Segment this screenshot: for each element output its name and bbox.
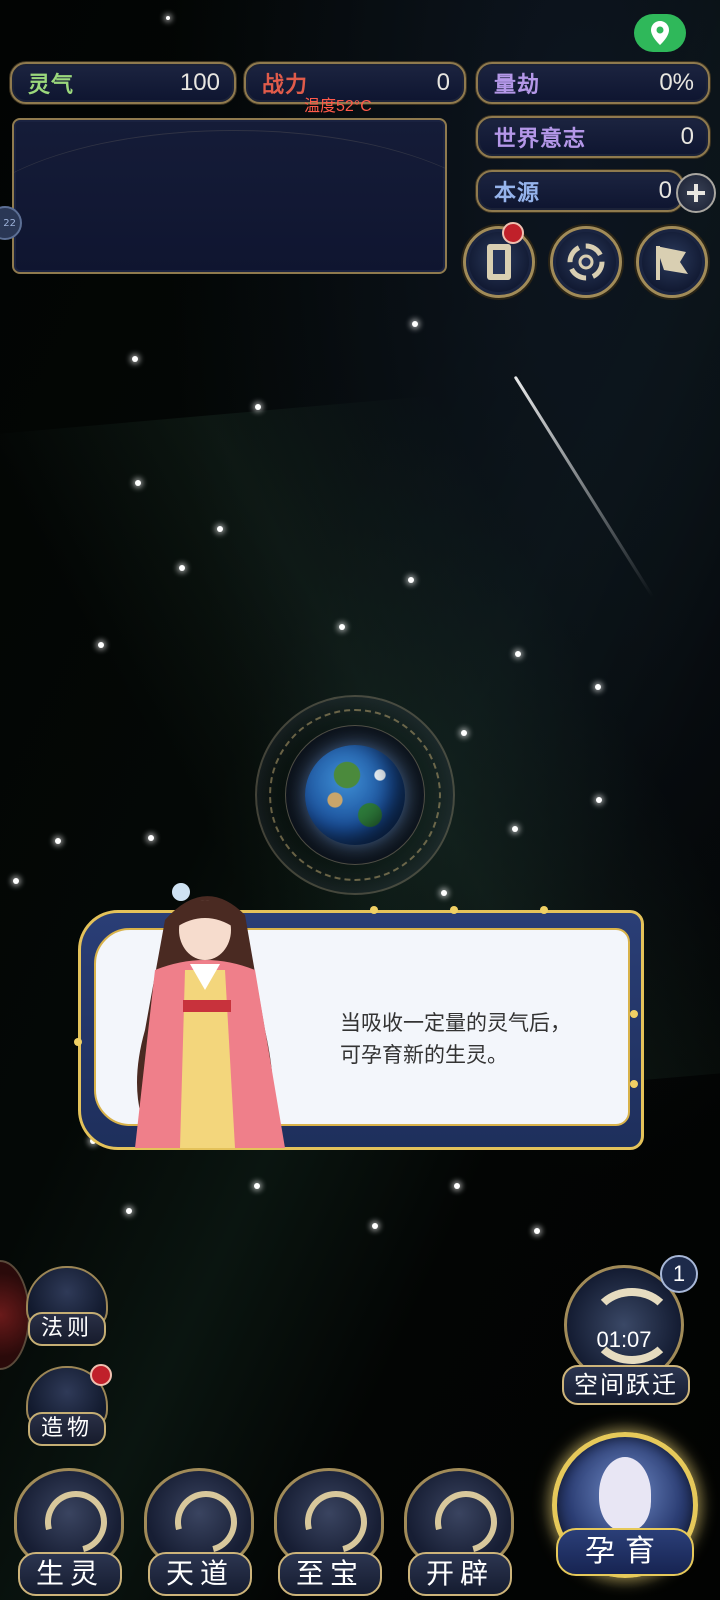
scroll-button[interactable]: [463, 226, 535, 298]
nav-creatures-label: 生灵: [18, 1552, 122, 1596]
message-panel: [12, 118, 447, 274]
zhanli-value: 0: [436, 69, 450, 96]
breed-label: 孕育: [556, 1528, 694, 1576]
create-label: 造物: [28, 1412, 106, 1446]
notification-dot: [502, 222, 524, 244]
lingqi-label: 灵气: [28, 72, 75, 98]
origin-stat: 本源 0: [476, 170, 684, 212]
liangjie-value: 0%: [659, 69, 694, 96]
lingqi-stat: 灵气 100: [10, 62, 236, 104]
vortex-button[interactable]: [550, 226, 622, 298]
space-jump-label: 空间跃迁: [562, 1365, 690, 1405]
flag-button[interactable]: [636, 226, 708, 298]
zhanli-label: 战力: [262, 72, 309, 98]
nav-treasures[interactable]: 至宝: [268, 1468, 390, 1600]
space-jump-button[interactable]: 01:07 空间跃迁 1: [556, 1255, 698, 1410]
world-will-value: 0: [680, 123, 694, 150]
scroll-icon: [487, 244, 511, 280]
breed-button[interactable]: 孕育: [540, 1420, 710, 1595]
nav-develop[interactable]: 开辟: [398, 1468, 520, 1600]
liangjie-stat: 量劫 0%: [476, 62, 710, 104]
add-origin-button[interactable]: [676, 173, 716, 213]
origin-label: 本源: [494, 180, 541, 206]
space-jump-timer: 01:07: [596, 1327, 652, 1352]
guide-character-portrait: [135, 883, 285, 1148]
rules-label: 法则: [28, 1312, 106, 1346]
nav-heaven-way-label: 天道: [148, 1552, 252, 1596]
space-jump-count-badge: 1: [660, 1255, 698, 1293]
nav-heaven-way[interactable]: 天道: [138, 1468, 260, 1600]
rules-button[interactable]: 法则: [24, 1266, 110, 1346]
world-planet[interactable]: [255, 695, 455, 895]
flag-icon: [656, 246, 688, 280]
dialog-text: 当吸收一定量的灵气后， 可孕育新的生灵。: [340, 1012, 571, 1067]
lingqi-value: 100: [179, 69, 220, 96]
world-will-stat: 世界意志 0: [476, 116, 710, 158]
location-pin-icon: [651, 21, 669, 45]
origin-value: 0: [658, 177, 672, 204]
liangjie-label: 量劫: [494, 72, 541, 98]
create-notification-dot: [90, 1364, 112, 1386]
earth-globe: [305, 745, 405, 845]
nav-creatures[interactable]: 生灵: [8, 1468, 130, 1600]
plus-icon: [687, 184, 705, 202]
location-button[interactable]: [634, 14, 686, 52]
nav-develop-label: 开辟: [408, 1552, 512, 1596]
world-will-label: 世界意志: [494, 126, 587, 152]
nav-treasures-label: 至宝: [278, 1552, 382, 1596]
vortex-icon: [567, 243, 605, 281]
temperature-readout: 温度52°C: [304, 98, 372, 115]
